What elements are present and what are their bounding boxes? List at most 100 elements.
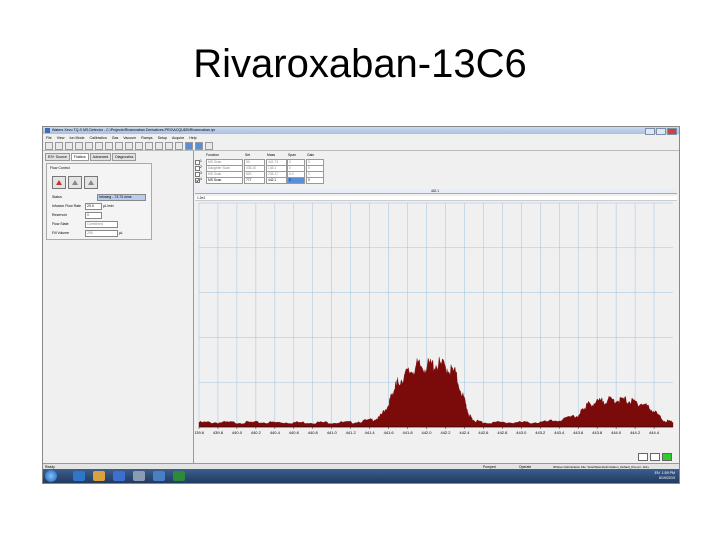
function-index: 2 [200, 165, 202, 169]
status-value: Infusing - 73.73 mins [97, 194, 146, 201]
function-index: 3 [200, 171, 202, 175]
print-icon[interactable] [75, 141, 83, 150]
stop-button[interactable] [638, 453, 648, 461]
start-button[interactable] [45, 470, 57, 482]
purge-button[interactable] [84, 176, 98, 189]
function-index: 4 [200, 177, 202, 181]
flow-rate-input[interactable]: 20.0 [85, 203, 102, 210]
refill-button[interactable] [68, 176, 82, 189]
spectrum-chart: 439.6 439.8 440.0 440.2 440.4 440.6 440.8 441.0… [194, 202, 674, 435]
menu-bar: File View Ion Mode Calibration Gas Vacuu… [43, 134, 679, 141]
spectrum-header-mass: 442.1 [431, 189, 439, 193]
x-tick-label: 440.4 [270, 430, 281, 435]
flow-state-select[interactable]: Combined [85, 221, 118, 228]
menu-calibration[interactable]: Calibration [90, 136, 107, 140]
x-tick-label: 442.4 [459, 430, 470, 435]
x-tick-label: 441.4 [365, 430, 376, 435]
spectrum-plot: 439.6 439.8 440.0 440.2 440.4 440.6 440.8 441.0… [194, 201, 677, 441]
header-set: Set [245, 153, 251, 157]
source-icon[interactable] [95, 141, 103, 150]
internet-explorer-icon[interactable] [73, 471, 85, 481]
menu-gas[interactable]: Gas [112, 136, 119, 140]
x-tick-label: 441.8 [403, 430, 414, 435]
menu-view[interactable]: View [57, 136, 65, 140]
open-icon[interactable] [55, 141, 63, 150]
chart-icon[interactable] [145, 141, 153, 150]
header-gain: Gain [307, 153, 315, 157]
x-tick-label: 442.2 [440, 430, 451, 435]
vacuum-icon[interactable] [125, 141, 133, 150]
settings-icon[interactable] [205, 141, 213, 150]
function-index: 1 [200, 159, 202, 163]
reservoir-select[interactable]: B [85, 212, 102, 219]
menu-ramps[interactable]: Ramps [141, 136, 152, 140]
flow-control-label: Flow Control [50, 166, 70, 170]
clock-time: 1:59 PM [661, 471, 675, 475]
reservoir-label: Reservoir [52, 213, 67, 217]
masslynx-icon[interactable] [153, 471, 165, 481]
save-icon[interactable] [65, 141, 73, 150]
tool-icon[interactable] [133, 471, 145, 481]
menu-setup[interactable]: Setup [158, 136, 167, 140]
menu-file[interactable]: File [46, 136, 52, 140]
excel-icon[interactable] [173, 471, 185, 481]
header-mass: Mass [267, 153, 276, 157]
x-tick-label: 439.6 [195, 430, 205, 435]
menu-help[interactable]: Help [189, 136, 196, 140]
window-title: Waters Xevo TQ-S MS Detector - C:\Projec… [52, 128, 215, 132]
app-icon [45, 128, 50, 133]
layout-three-icon[interactable] [185, 141, 193, 150]
ion-mode-icon[interactable] [105, 141, 113, 150]
toolbar [43, 141, 679, 151]
left-panel: ES+ Source Fluidics Advanced Diagnostics… [43, 151, 194, 463]
header-span: Span [288, 153, 296, 157]
x-tick-label: 444.0 [611, 430, 622, 435]
x-tick-label: 441.6 [384, 430, 395, 435]
mass-input[interactable]: 442.1 [266, 177, 287, 184]
fill-volume-label: Fill Volume [52, 231, 70, 235]
infuse-button[interactable] [52, 176, 66, 189]
new-icon[interactable] [45, 141, 53, 150]
tab-es-source[interactable]: ES+ Source [45, 153, 70, 161]
flow-state-label: Flow State [52, 222, 69, 226]
play-icon[interactable] [155, 141, 163, 150]
x-tick-label: 442.8 [497, 430, 508, 435]
operate-indicator[interactable] [662, 453, 672, 461]
gas-icon[interactable] [115, 141, 123, 150]
x-tick-label: 443.2 [535, 430, 546, 435]
ramp-icon[interactable] [135, 141, 143, 150]
tab-advanced[interactable]: Advanced [89, 153, 112, 161]
layout-two-icon[interactable] [175, 141, 183, 150]
title-bar: Waters Xevo TQ-S MS Detector - C:\Projec… [43, 127, 679, 135]
gain-input[interactable]: 0 [306, 177, 324, 184]
tab-fluidics[interactable]: Fluidics [70, 153, 89, 161]
x-tick-label: 440.8 [308, 430, 319, 435]
slide-title: Rivaroxaban-13C6 [193, 42, 527, 86]
tune-icon[interactable] [85, 141, 93, 150]
layout-one-icon[interactable] [165, 141, 173, 150]
function-type-select[interactable]: MS Scan [206, 177, 243, 184]
tray-language: EN [654, 471, 660, 475]
reset-button[interactable] [650, 453, 660, 461]
menu-vacuum[interactable]: Vacuum [123, 136, 136, 140]
span-input[interactable]: 2 [287, 177, 305, 184]
fill-volume-select[interactable]: 250 [85, 230, 118, 237]
menu-ion-mode[interactable]: Ion Mode [70, 136, 85, 140]
menu-acquire[interactable]: Acquire [172, 136, 184, 140]
header-function: Function [206, 153, 220, 157]
app-window: Waters Xevo TQ-S MS Detector - C:\Projec… [42, 126, 680, 484]
layout-four-icon[interactable] [195, 141, 203, 150]
x-tick-label: 444.4 [649, 430, 660, 435]
explorer-icon[interactable] [93, 471, 105, 481]
x-tick-label: 442.0 [422, 430, 433, 435]
x-tick-label: 440.0 [232, 430, 243, 435]
set-input[interactable]: 777 [244, 177, 265, 184]
spectrum-range-label: 1.2e4 [197, 196, 205, 200]
tab-diagnostics[interactable]: Diagnostics [112, 153, 137, 161]
x-tick-label: 439.8 [213, 430, 224, 435]
x-tick-label: 443.0 [516, 430, 527, 435]
app-a-icon[interactable] [113, 471, 125, 481]
x-tick-label: 440.2 [251, 430, 262, 435]
x-tick-label: 440.6 [289, 430, 300, 435]
x-tick-label: 441.0 [327, 430, 338, 435]
